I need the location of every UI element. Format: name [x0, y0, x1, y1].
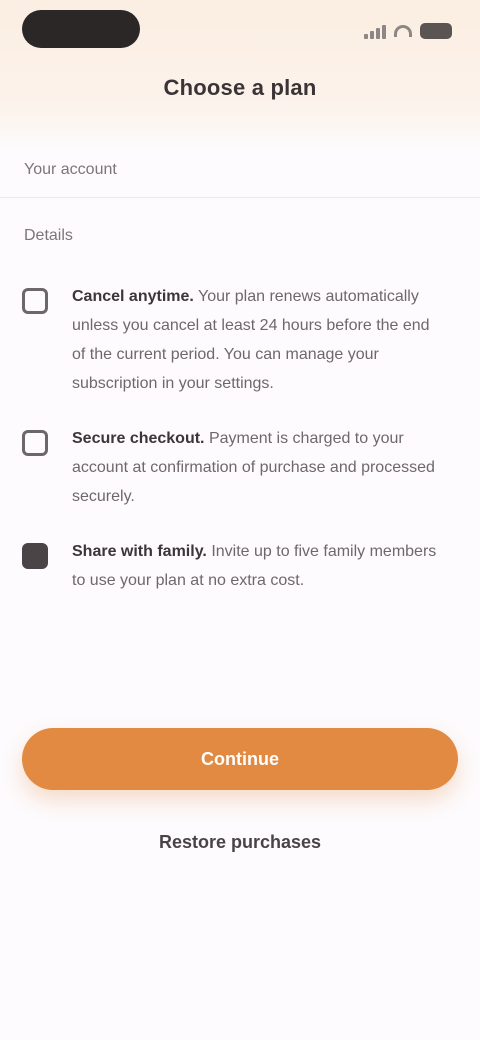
scroll-fade	[0, 680, 480, 720]
lock-icon	[22, 430, 48, 456]
dynamic-island	[22, 10, 140, 48]
people-icon	[22, 543, 48, 569]
info-title: Cancel anytime.	[72, 288, 194, 305]
info-item: Share with family. Invite up to five fam…	[0, 537, 480, 595]
header: Choose a plan	[0, 64, 480, 112]
restore-purchases-link[interactable]: Restore purchases	[0, 822, 480, 862]
section-row-account[interactable]: Your account	[0, 142, 480, 198]
calendar-icon	[22, 288, 48, 314]
page-title: Choose a plan	[163, 75, 317, 100]
info-list: Cancel anytime. Your plan renews automat…	[0, 282, 480, 595]
screen: Choose a plan Your account Details Cance…	[0, 0, 480, 1040]
info-item: Cancel anytime. Your plan renews automat…	[0, 282, 480, 398]
continue-button[interactable]: Continue	[22, 728, 458, 790]
battery-icon	[420, 23, 452, 39]
info-text: Secure checkout. Payment is charged to y…	[72, 424, 440, 511]
info-title: Secure checkout.	[72, 430, 205, 447]
info-title: Share with family.	[72, 543, 207, 560]
info-text: Cancel anytime. Your plan renews automat…	[72, 282, 440, 398]
signal-icon	[364, 23, 386, 39]
section-row-details: Details	[0, 208, 480, 264]
info-text: Share with family. Invite up to five fam…	[72, 537, 440, 595]
info-item: Secure checkout. Payment is charged to y…	[0, 424, 480, 511]
section-row-label: Details	[24, 227, 73, 244]
status-icons	[364, 20, 452, 42]
status-bar	[0, 0, 480, 60]
wifi-icon	[394, 25, 412, 37]
section-row-label: Your account	[24, 160, 117, 178]
